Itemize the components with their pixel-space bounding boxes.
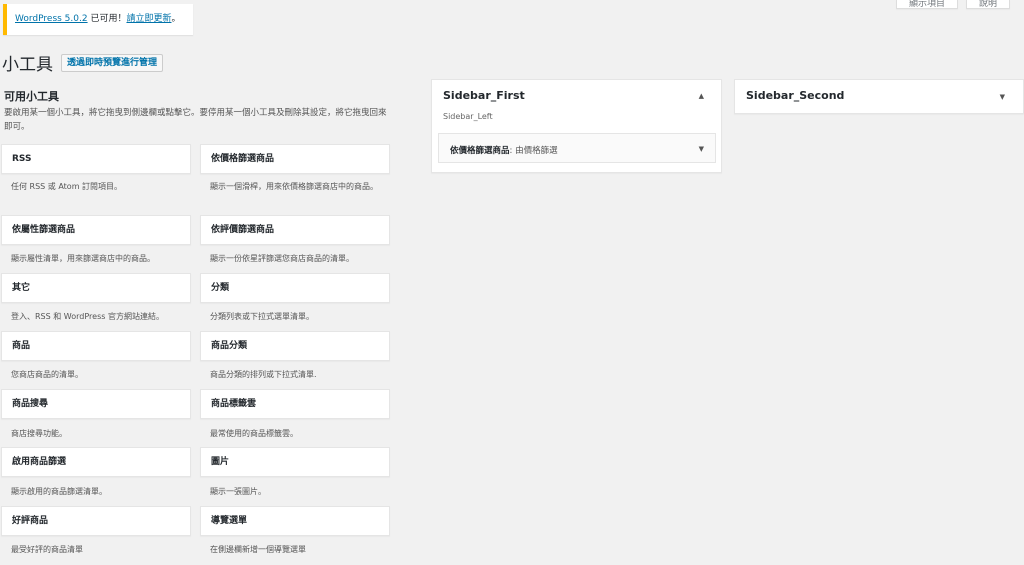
wordpress-version-link[interactable]: WordPress 5.0.2 — [15, 14, 88, 24]
widget-product-search-desc: 商店搜尋功能。 — [11, 429, 67, 438]
sidebar-widget-title: 依價格篩選商品: 由價格篩選 — [450, 144, 558, 156]
sidebar-second-title[interactable]: Sidebar_Second — [746, 89, 844, 102]
widget-rss-desc: 任何 RSS 或 Atom 訂閱項目。 — [11, 182, 123, 191]
widget-navigation-menu[interactable]: 導覽選單 — [200, 506, 390, 536]
widget-categories[interactable]: 分類 — [200, 273, 390, 303]
page-title: 小工具 — [2, 55, 53, 75]
widget-products-desc: 您商店商品的清單。 — [11, 370, 83, 379]
widget-rating-filter[interactable]: 依評價篩選商品 — [200, 215, 390, 245]
expand-down-icon[interactable]: ▼ — [699, 145, 704, 153]
available-widgets-description: 要啟用某一個小工具，將它拖曳到側邊欄或點擊它。要停用某一個小工具及刪除其設定，將… — [4, 108, 387, 132]
sidebar-first: Sidebar_First ▲ Sidebar_Left 依價格篩選商品: 由價… — [431, 79, 722, 173]
collapse-up-icon[interactable]: ▲ — [699, 92, 704, 100]
manage-live-preview-button[interactable]: 透過即時預覽進行管理 — [61, 53, 164, 72]
widget-image[interactable]: 圖片 — [200, 447, 390, 477]
widget-active-filters-desc: 顯示啟用的商品篩選清單。 — [11, 487, 107, 496]
sidebar-first-title[interactable]: Sidebar_First — [443, 89, 525, 102]
screen-options-tab[interactable]: 顯示項目 — [895, 0, 958, 9]
notice-text: 已可用！ — [87, 14, 127, 24]
available-widgets-heading: 可用小工具 — [4, 90, 59, 103]
widget-top-rated-products-desc: 最受好評的商品清單 — [11, 545, 83, 554]
widget-categories-desc: 分類列表或下拉式選單清單。 — [210, 312, 314, 321]
sidebar-first-description: Sidebar_Left — [443, 112, 493, 121]
widget-navigation-menu-desc: 在側邊欄新增一個導覽選單 — [210, 545, 306, 554]
sidebar-widget-price-filter[interactable]: 依價格篩選商品: 由價格篩選 ▼ — [438, 133, 716, 163]
sidebar-second: Sidebar_Second ▼ — [734, 79, 1024, 114]
update-notice: WordPress 5.0.2 已可用！請立即更新。 — [3, 4, 193, 35]
widget-rating-filter-desc: 顯示一份依星評篩選您商店商品的清單。 — [210, 254, 354, 263]
notice-end-text: 。 — [171, 14, 181, 24]
widget-product-categories[interactable]: 商品分類 — [200, 331, 390, 361]
help-tab[interactable]: 說明 — [965, 0, 1010, 9]
widget-products[interactable]: 商品 — [1, 331, 191, 361]
widget-product-search[interactable]: 商品搜尋 — [1, 389, 191, 419]
widget-top-rated-products[interactable]: 好評商品 — [1, 506, 191, 536]
sidebar-widget-instance: : 由價格篩選 — [509, 146, 558, 156]
widget-price-filter-desc: 顯示一個滑桿，用來依價格篩選商店中的商品。 — [210, 182, 378, 191]
widget-image-desc: 顯示一張圖片。 — [210, 487, 266, 496]
expand-down-icon[interactable]: ▼ — [1000, 93, 1005, 101]
widget-rss[interactable]: RSS — [1, 144, 191, 174]
title-row: 小工具 透過即時預覽進行管理 — [2, 50, 164, 75]
widget-meta[interactable]: 其它 — [1, 273, 191, 303]
widget-price-filter[interactable]: 依價格篩選商品 — [200, 144, 390, 174]
widget-product-tag-cloud-desc: 最常使用的商品標籤雲。 — [210, 429, 298, 438]
update-now-link[interactable]: 請立即更新 — [126, 14, 171, 24]
widget-meta-desc: 登入、RSS 和 WordPress 官方網站連結。 — [11, 312, 164, 321]
widget-product-categories-desc: 商品分類的排列或下拉式清單. — [210, 370, 317, 379]
top-tabs: 顯示項目 說明 — [895, 0, 1024, 9]
widget-product-tag-cloud[interactable]: 商品標籤雲 — [200, 389, 390, 419]
widget-attribute-filter[interactable]: 依屬性篩選商品 — [1, 215, 191, 245]
widget-attribute-filter-desc: 顯示屬性清單，用來篩選商店中的商品。 — [11, 254, 155, 263]
widget-active-filters[interactable]: 啟用商品篩選 — [1, 447, 191, 477]
sidebar-widget-name: 依價格篩選商品 — [450, 146, 510, 156]
